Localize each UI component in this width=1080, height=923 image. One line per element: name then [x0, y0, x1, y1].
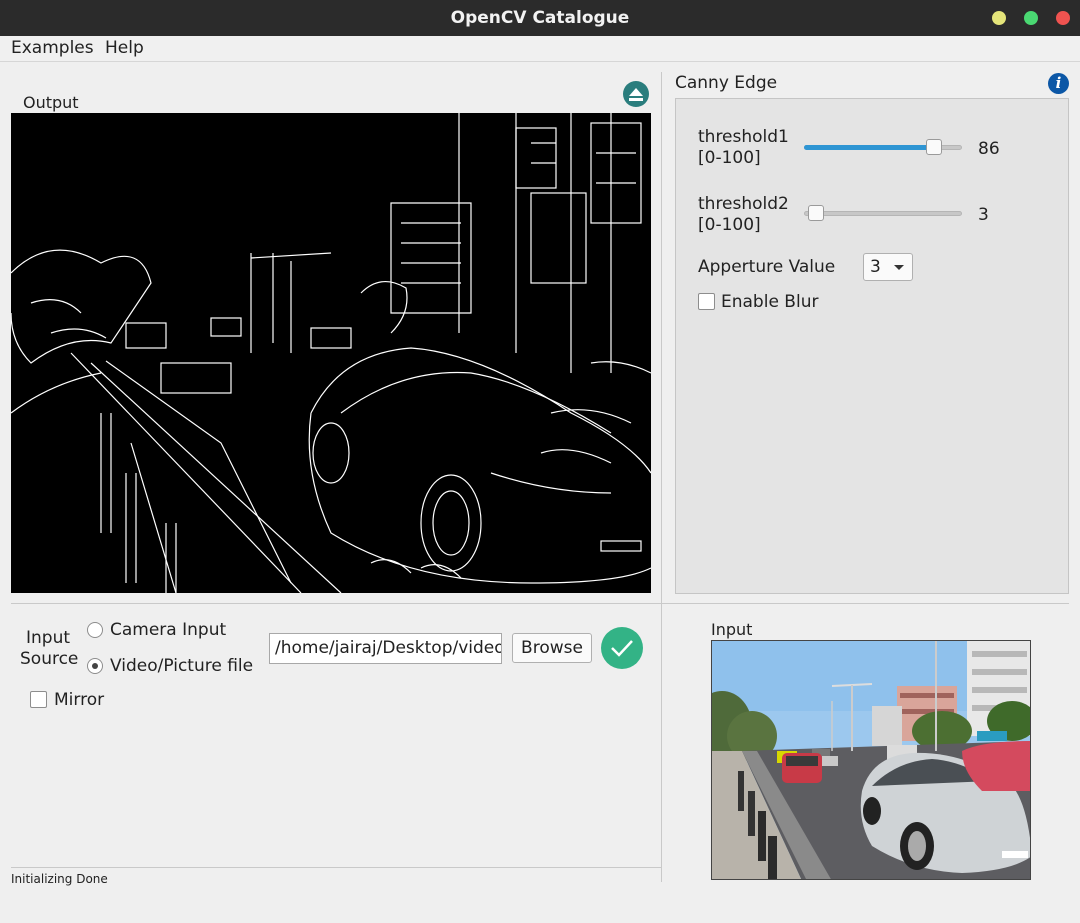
threshold2-value: 3	[978, 205, 989, 225]
mirror-label: Mirror	[54, 690, 105, 710]
menu-examples[interactable]: Examples	[11, 38, 94, 58]
camera-input-radio[interactable]	[87, 622, 103, 638]
input-photo	[712, 641, 1030, 879]
threshold2-slider-handle[interactable]	[808, 205, 825, 221]
input-source-label-line2: Source	[20, 649, 79, 669]
settings-panel	[675, 98, 1069, 594]
file-path-value: /home/jairaj/Desktop/video	[275, 638, 502, 658]
threshold1-slider-handle[interactable]	[926, 139, 943, 155]
horizontal-splitter[interactable]	[11, 603, 1069, 604]
close-button[interactable]	[1056, 11, 1070, 25]
output-label: Output	[23, 93, 79, 112]
enable-blur-label: Enable Blur	[721, 292, 819, 312]
aperture-select-value: 3	[870, 257, 881, 277]
status-text: Initializing Done	[11, 872, 108, 886]
browse-button-label: Browse	[521, 638, 583, 658]
input-label: Input	[711, 620, 753, 639]
minimize-button[interactable]	[992, 11, 1006, 25]
maximize-button[interactable]	[1024, 11, 1038, 25]
enable-blur-checkbox[interactable]	[698, 293, 715, 310]
status-divider	[11, 867, 661, 868]
input-image	[711, 640, 1031, 880]
output-image	[11, 113, 651, 593]
threshold1-slider-fill	[804, 145, 935, 150]
window-title: OpenCV Catalogue	[450, 8, 630, 28]
threshold1-label: threshold1	[698, 127, 789, 147]
threshold1-range: [0-100]	[698, 148, 761, 168]
check-icon[interactable]	[601, 627, 643, 669]
mirror-checkbox[interactable]	[30, 691, 47, 708]
video-file-radio[interactable]	[87, 658, 103, 674]
info-icon[interactable]: i	[1048, 73, 1069, 94]
threshold2-range: [0-100]	[698, 215, 761, 235]
eject-icon[interactable]	[623, 81, 649, 107]
menu-bar: Examples Help	[0, 36, 1080, 62]
threshold2-slider[interactable]	[804, 211, 962, 216]
browse-button[interactable]: Browse	[512, 633, 592, 663]
file-path-input[interactable]: /home/jairaj/Desktop/video	[269, 633, 502, 664]
input-source-label-line1: Input	[26, 628, 71, 648]
aperture-select[interactable]: 3	[863, 253, 913, 281]
edge-image	[11, 113, 651, 593]
threshold2-label: threshold2	[698, 194, 789, 214]
camera-input-label: Camera Input	[110, 620, 227, 640]
vertical-splitter[interactable]	[661, 72, 662, 882]
dropdown-arrow-icon	[894, 265, 904, 270]
menu-help[interactable]: Help	[105, 38, 144, 58]
threshold1-value: 86	[978, 139, 1000, 159]
aperture-label: Apperture Value	[698, 257, 836, 277]
title-bar: OpenCV Catalogue	[0, 0, 1080, 36]
settings-title: Canny Edge	[675, 73, 778, 93]
video-file-label: Video/Picture file	[110, 656, 254, 676]
